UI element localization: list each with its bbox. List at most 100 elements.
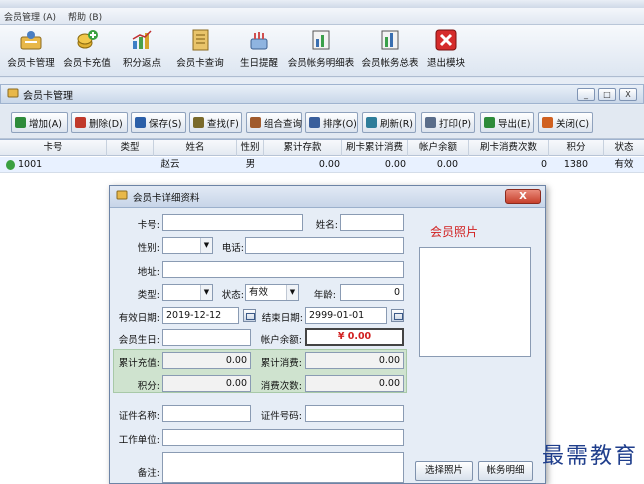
column-header[interactable]: 卡号 xyxy=(0,140,107,156)
print-button[interactable]: 打印(P) xyxy=(421,112,475,133)
card-no-label: 卡号: xyxy=(137,220,160,231)
member-card-detail-dialog: 会员卡详细资料 X 卡号: 姓名: 性别: ▼ 电话: 地址: 类型: ▼ 状态… xyxy=(109,185,546,484)
toolbar-points-rebate[interactable]: 积分返点 xyxy=(120,27,164,75)
delete-button[interactable]: 删除(D) xyxy=(71,112,128,133)
save-icon xyxy=(135,117,146,128)
cert-name-field[interactable] xyxy=(162,405,251,422)
minimize-button[interactable]: _ xyxy=(577,88,595,101)
toolbar-birthday-reminder[interactable]: 生日提醒 xyxy=(237,27,281,75)
balance-label: 帐户余额: xyxy=(260,335,302,346)
points-field: 0.00 xyxy=(162,375,251,392)
combined-query-button[interactable]: 组合查询 xyxy=(246,112,302,133)
maximize-button[interactable]: □ xyxy=(598,88,616,101)
cell-status: 有效 xyxy=(614,159,634,170)
child-window-title: 会员卡管理 xyxy=(23,90,73,102)
notebook-icon xyxy=(189,29,211,51)
dialog-icon xyxy=(116,189,128,204)
cell-name: 赵云 xyxy=(160,159,180,170)
cell-type xyxy=(107,157,154,173)
ledger-icon xyxy=(310,29,332,51)
dialog-close-button[interactable]: X xyxy=(505,189,541,204)
column-header[interactable]: 类型 xyxy=(107,140,154,156)
print-icon xyxy=(425,117,436,128)
calendar-icon[interactable] xyxy=(391,309,404,322)
menu-help[interactable]: 帮助 (B) xyxy=(68,10,102,23)
exit-icon xyxy=(435,29,457,51)
consume-count-label: 消费次数: xyxy=(260,381,302,392)
close-button[interactable]: 关闭(C) xyxy=(538,112,593,133)
column-header[interactable]: 累计存款 xyxy=(264,140,342,156)
birthday-icon xyxy=(248,29,270,51)
total-recharge-field: 0.00 xyxy=(162,352,251,369)
name-label: 姓名: xyxy=(315,220,338,231)
status-label: 状态: xyxy=(221,290,244,301)
column-header[interactable]: 姓名 xyxy=(154,140,237,156)
refresh-button[interactable]: 刷新(R) xyxy=(362,112,416,133)
toolbar-member-card-recharge[interactable]: 会员卡充值 xyxy=(62,27,112,75)
cert-no-field[interactable] xyxy=(305,405,404,422)
toolbar-member-account-detail[interactable]: 会员帐务明细表 xyxy=(287,27,355,75)
toolbar-member-account-summary[interactable]: 会员帐务总表 xyxy=(360,27,420,75)
add-icon xyxy=(15,117,26,128)
total-consume-field: 0.00 xyxy=(305,352,404,369)
balance-field: ¥ 0.00 xyxy=(305,328,404,346)
column-header[interactable]: 状态 xyxy=(604,140,644,156)
valid-date-label: 有效日期: xyxy=(118,313,160,324)
toolbar-exit-module[interactable]: 退出模块 xyxy=(424,27,468,75)
remark-label: 备注: xyxy=(137,468,160,479)
refresh-icon xyxy=(366,117,377,128)
card-no-field[interactable] xyxy=(162,214,303,231)
export-button[interactable]: 导出(E) xyxy=(480,112,534,133)
remark-field[interactable] xyxy=(162,452,404,483)
cell-gender: 男 xyxy=(245,159,256,170)
export-icon xyxy=(484,117,495,128)
birthday-field[interactable] xyxy=(162,329,251,346)
status-select[interactable]: 有效 ▼ xyxy=(245,284,299,301)
gender-label: 性别: xyxy=(137,243,160,254)
column-header[interactable]: 性别 xyxy=(237,140,264,156)
age-field[interactable]: 0 xyxy=(340,284,404,301)
find-button[interactable]: 查找(F) xyxy=(189,112,242,133)
menu-member-management[interactable]: 会员管理 (A) xyxy=(4,10,56,23)
menu-bar: 会员管理 (A) 帮助 (B) xyxy=(0,8,644,25)
age-label: 年龄: xyxy=(313,290,336,301)
save-button[interactable]: 保存(S) xyxy=(131,112,186,133)
delete-icon xyxy=(75,117,86,128)
consume-count-field: 0.00 xyxy=(305,375,404,392)
select-photo-button[interactable]: 选择照片 xyxy=(415,461,473,481)
valid-date-field[interactable]: 2019-12-12 xyxy=(162,307,239,324)
photo-title: 会员照片 xyxy=(430,225,479,239)
cell-consume-count: 0 xyxy=(540,159,547,170)
workplace-field[interactable] xyxy=(162,429,404,446)
name-field[interactable] xyxy=(340,214,404,231)
gender-select[interactable]: ▼ xyxy=(162,237,213,254)
toolbar-member-card-query[interactable]: 会员卡查询 xyxy=(175,27,225,75)
end-date-field[interactable]: 2999-01-01 xyxy=(305,307,387,324)
sort-button[interactable]: 排序(O) xyxy=(305,112,358,133)
add-button[interactable]: 增加(A) xyxy=(11,112,68,133)
column-header[interactable]: 刷卡消费次数 xyxy=(469,140,549,156)
cell-total-deposit: 0.00 xyxy=(318,159,340,170)
address-label: 地址: xyxy=(137,267,160,278)
type-select[interactable]: ▼ xyxy=(162,284,213,301)
phone-field[interactable] xyxy=(245,237,404,254)
account-detail-button[interactable]: 帐务明细 xyxy=(478,461,533,481)
search-icon xyxy=(193,117,204,128)
cert-name-label: 证件名称: xyxy=(118,411,160,422)
coins-add-icon xyxy=(76,29,98,51)
calendar-icon[interactable] xyxy=(243,309,256,322)
table-header: 卡号 类型 姓名 性别 累计存款 刷卡累计消费 帐户余额 刷卡消费次数 积分 状… xyxy=(0,140,644,156)
column-header[interactable]: 积分 xyxy=(549,140,604,156)
close-window-button[interactable]: X xyxy=(619,88,637,101)
cell-points: 1380 xyxy=(563,159,588,170)
address-field[interactable] xyxy=(162,261,404,278)
action-bar: 增加(A) 删除(D) 保存(S) 查找(F) 组合查询 排序(O) 刷新(R)… xyxy=(0,105,644,139)
toolbar-member-card-management[interactable]: 会员卡管理 xyxy=(6,27,56,75)
birthday-label: 会员生日: xyxy=(118,335,160,346)
table-row[interactable]: 1001 赵云 男 0.00 0.00 0.00 0 1380 有效 xyxy=(0,157,644,173)
column-header[interactable]: 帐户余额 xyxy=(408,140,469,156)
column-header[interactable]: 刷卡累计消费 xyxy=(342,140,408,156)
type-label: 类型: xyxy=(137,290,160,301)
chart-icon xyxy=(131,29,153,51)
phone-label: 电话: xyxy=(221,243,244,254)
